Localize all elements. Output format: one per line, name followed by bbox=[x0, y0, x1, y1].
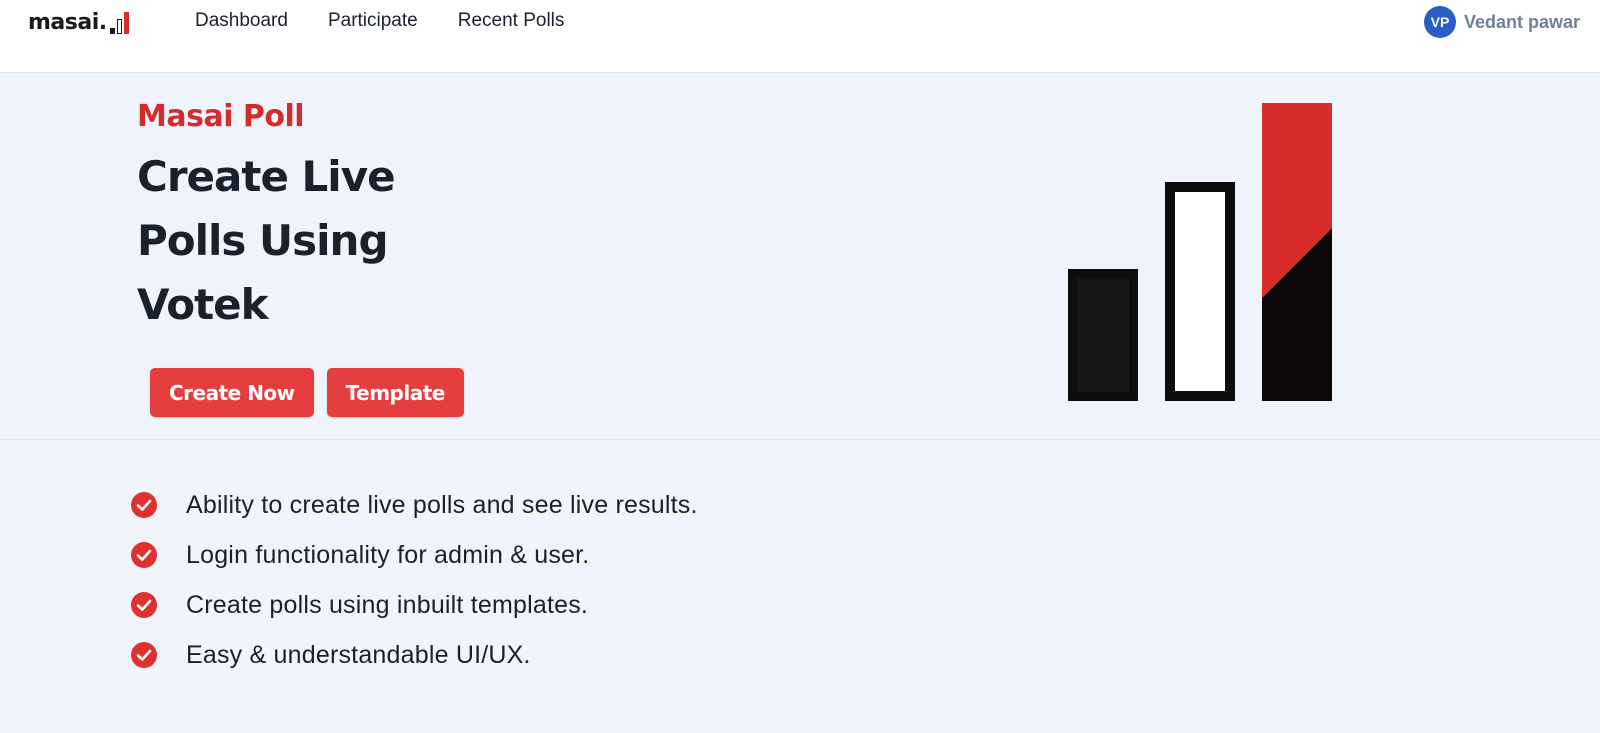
list-item: Ability to create live polls and see liv… bbox=[130, 480, 698, 530]
feature-text: Ability to create live polls and see liv… bbox=[186, 490, 698, 519]
illustration-bar-short-inner bbox=[1077, 278, 1129, 392]
user-name[interactable]: Vedant pawar bbox=[1464, 12, 1580, 33]
feature-text: Login functionality for admin & user. bbox=[186, 540, 590, 569]
list-item: Create polls using inbuilt templates. bbox=[130, 580, 698, 630]
check-circle-icon bbox=[131, 642, 157, 668]
hero-headline: Create Live Polls Using Votek bbox=[137, 152, 396, 329]
top-header: masai. Dashboard Participate Recent Poll… bbox=[0, 0, 1600, 73]
avatar[interactable]: VP bbox=[1423, 6, 1456, 38]
feature-text: Easy & understandable UI/UX. bbox=[186, 640, 531, 669]
illustration-bar-medium-inner bbox=[1175, 192, 1225, 391]
logo-bars-icon bbox=[109, 12, 129, 34]
nav-recent-polls[interactable]: Recent Polls bbox=[458, 8, 565, 34]
check-circle-icon bbox=[131, 492, 157, 518]
nav-participate[interactable]: Participate bbox=[328, 8, 418, 34]
feature-list: Ability to create live polls and see liv… bbox=[130, 480, 698, 680]
hero-actions: Create Now Template bbox=[150, 368, 464, 417]
list-item: Login functionality for admin & user. bbox=[130, 530, 698, 580]
main-nav: Dashboard Participate Recent Polls bbox=[195, 8, 564, 34]
poll-bars-illustration bbox=[1068, 103, 1332, 401]
masai-logo[interactable]: masai. bbox=[28, 6, 129, 36]
list-item: Easy & understandable UI/UX. bbox=[130, 630, 698, 680]
check-circle-icon bbox=[131, 542, 157, 568]
create-now-button[interactable]: Create Now bbox=[150, 368, 314, 417]
nav-dashboard[interactable]: Dashboard bbox=[195, 8, 288, 34]
feature-text: Create polls using inbuilt templates. bbox=[186, 590, 589, 619]
user-menu[interactable]: VP Vedant pawar bbox=[1423, 6, 1580, 38]
check-circle-icon bbox=[131, 592, 157, 618]
template-button[interactable]: Template bbox=[326, 368, 464, 417]
hero-section: Masai Poll Create Live Polls Using Votek… bbox=[0, 73, 1600, 440]
logo-text: masai. bbox=[28, 10, 107, 35]
brand-title: Masai Poll bbox=[137, 99, 305, 134]
